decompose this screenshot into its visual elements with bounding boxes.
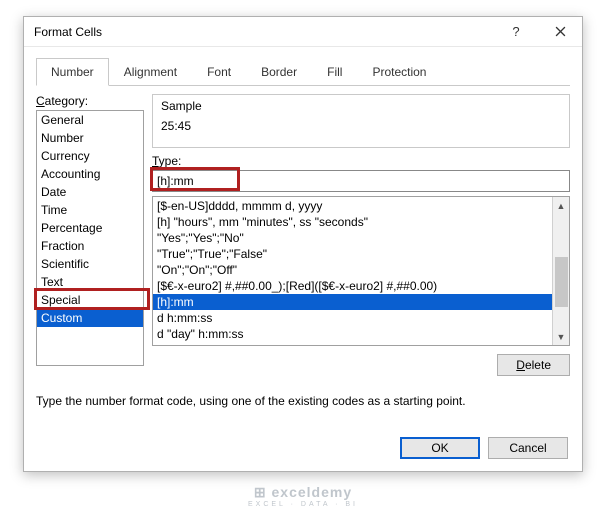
scroll-thumb[interactable]	[555, 257, 568, 307]
watermark-main: exceldemy	[272, 484, 353, 500]
category-item[interactable]: Percentage	[37, 219, 143, 237]
format-item[interactable]: [$-en-US]dddd, mmmm d, yyyy	[153, 198, 552, 214]
category-label: Category:	[36, 94, 144, 108]
close-icon	[555, 26, 566, 37]
tab-strip: NumberAlignmentFontBorderFillProtection	[36, 57, 570, 86]
scrollbar[interactable]: ▲ ▼	[552, 197, 569, 345]
watermark-logo-icon: ⊞	[254, 484, 272, 500]
format-item[interactable]: d h:mm:ss	[153, 310, 552, 326]
category-item[interactable]: Scientific	[37, 255, 143, 273]
tab-alignment[interactable]: Alignment	[109, 58, 192, 86]
cancel-button[interactable]: Cancel	[488, 437, 568, 459]
format-item[interactable]: "Yes";"Yes";"No"	[153, 230, 552, 246]
delete-row: Delete	[152, 354, 570, 376]
dialog-content: NumberAlignmentFontBorderFillProtection …	[24, 47, 582, 418]
format-list[interactable]: [$-en-US]dddd, mmmm d, yyyy[h] "hours", …	[152, 196, 570, 346]
tab-border[interactable]: Border	[246, 58, 312, 86]
category-item[interactable]: Accounting	[37, 165, 143, 183]
sample-label: Sample	[161, 99, 561, 113]
format-item[interactable]: [$€-x-euro2] #,##0.00_);[Red]([$€-x-euro…	[153, 278, 552, 294]
category-item[interactable]: General	[37, 111, 143, 129]
type-label: Type:	[152, 154, 570, 168]
tab-font[interactable]: Font	[192, 58, 246, 86]
category-item[interactable]: Fraction	[37, 237, 143, 255]
tab-protection[interactable]: Protection	[357, 58, 441, 86]
category-item[interactable]: Special	[37, 291, 143, 309]
format-cells-dialog: Format Cells ? NumberAlignmentFontBorder…	[23, 16, 583, 472]
category-list[interactable]: GeneralNumberCurrencyAccountingDateTimeP…	[36, 110, 144, 366]
hint-text: Type the number format code, using one o…	[36, 394, 570, 408]
format-item[interactable]: "On";"On";"Off"	[153, 262, 552, 278]
watermark-sub: EXCEL · DATA · BI	[248, 501, 358, 508]
tab-number[interactable]: Number	[36, 58, 109, 86]
ok-button[interactable]: OK	[400, 437, 480, 459]
format-list-items: [$-en-US]dddd, mmmm d, yyyy[h] "hours", …	[153, 197, 552, 345]
format-item[interactable]: "True";"True";"False"	[153, 246, 552, 262]
tab-fill[interactable]: Fill	[312, 58, 357, 86]
titlebar: Format Cells ?	[24, 17, 582, 47]
format-item[interactable]: d "day" h:mm:ss	[153, 326, 552, 342]
sample-box: Sample 25:45	[152, 94, 570, 148]
type-input[interactable]	[152, 170, 570, 192]
scroll-up-icon[interactable]: ▲	[553, 197, 569, 214]
sample-value: 25:45	[161, 119, 561, 133]
tab-body: Category: GeneralNumberCurrencyAccountin…	[36, 94, 570, 376]
format-item[interactable]: d "day," h "hours," m "minutes and" s "s…	[153, 342, 552, 345]
format-item[interactable]: [h] "hours", mm "minutes", ss "seconds"	[153, 214, 552, 230]
category-item[interactable]: Text	[37, 273, 143, 291]
category-item[interactable]: Time	[37, 201, 143, 219]
dialog-footer: OK Cancel	[400, 437, 568, 459]
category-item[interactable]: Number	[37, 129, 143, 147]
watermark: ⊞ exceldemy EXCEL · DATA · BI	[248, 484, 358, 508]
category-panel: Category: GeneralNumberCurrencyAccountin…	[36, 94, 144, 376]
help-button[interactable]: ?	[494, 17, 538, 47]
dialog-title: Format Cells	[34, 25, 494, 39]
category-item[interactable]: Currency	[37, 147, 143, 165]
category-item[interactable]: Custom	[37, 309, 143, 327]
format-item[interactable]: [h]:mm	[153, 294, 552, 310]
close-button[interactable]	[538, 17, 582, 47]
scroll-down-icon[interactable]: ▼	[553, 328, 569, 345]
delete-button[interactable]: Delete	[497, 354, 570, 376]
category-item[interactable]: Date	[37, 183, 143, 201]
right-panel: Sample 25:45 Type: [$-en-US]dddd, mmmm d…	[152, 94, 570, 376]
